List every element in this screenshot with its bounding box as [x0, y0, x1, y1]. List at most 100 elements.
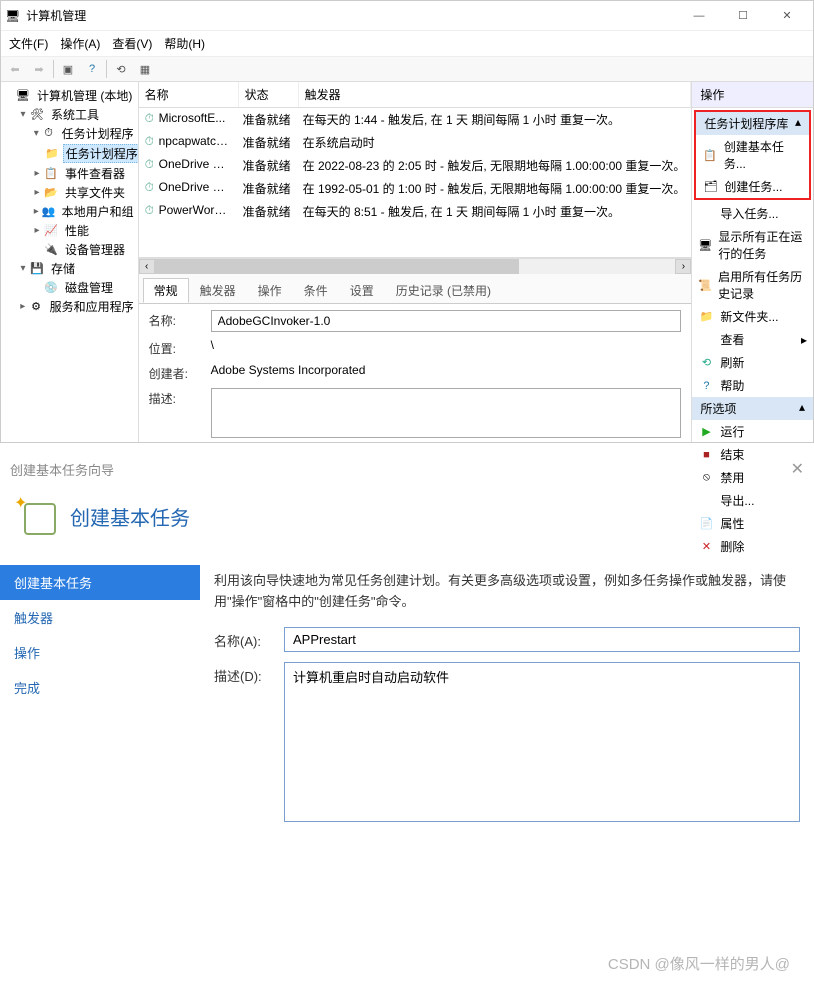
- task-row[interactable]: ⏱OneDrive St...准备就绪在 1992-05-01 的 1:00 时…: [139, 177, 692, 200]
- action-run[interactable]: ▶运行: [692, 420, 813, 443]
- scroll-left-button[interactable]: ‹: [139, 259, 155, 274]
- action-delete[interactable]: ✕删除: [692, 535, 813, 558]
- actions-header: 操作: [692, 82, 813, 108]
- actions-section-library: 任务计划程序库▴: [696, 112, 809, 135]
- task-icon: 🗂: [702, 180, 718, 193]
- tree-device-manager[interactable]: 🔌设备管理器: [3, 240, 136, 259]
- tab-triggers[interactable]: 触发器: [189, 278, 247, 303]
- tree-storage[interactable]: ▾💾存储: [3, 259, 136, 278]
- label-description: 描述:: [149, 388, 203, 438]
- chevron-right-icon: ▸: [801, 333, 807, 347]
- properties-icon: 📄: [698, 517, 714, 530]
- tab-conditions[interactable]: 条件: [293, 278, 339, 303]
- col-state[interactable]: 状态: [239, 82, 299, 107]
- scroll-right-button[interactable]: ›: [675, 259, 691, 274]
- tree-local-users[interactable]: ▸👥本地用户和组: [3, 202, 136, 221]
- action-show-running[interactable]: 🖥显示所有正在运行的任务: [692, 225, 813, 265]
- wizard-nav: 创建基本任务 触发器 操作 完成: [0, 561, 200, 981]
- task-row[interactable]: ⏱MicrosoftE...准备就绪在每天的 1:44 - 触发后, 在 1 天…: [139, 108, 692, 131]
- action-help[interactable]: ?帮助: [692, 374, 813, 397]
- wizard-step-trigger[interactable]: 触发器: [0, 600, 200, 635]
- tree-root[interactable]: 🖥计算机管理 (本地): [3, 86, 136, 105]
- wizard-intro-text: 利用该向导快速地为常见任务创建计划。有关更多高级选项或设置，例如多任务操作或触发…: [214, 571, 800, 613]
- detail-description-field[interactable]: [211, 388, 682, 438]
- wizard-step-finish[interactable]: 完成: [0, 670, 200, 705]
- detail-location-value: \: [211, 338, 682, 357]
- back-button[interactable]: ⬅: [5, 59, 25, 79]
- help-icon[interactable]: ?: [82, 59, 102, 79]
- titlebar: 🖥 计算机管理 — ☐ ✕: [1, 1, 813, 31]
- wizard-title: 创建基本任务向导: [10, 460, 114, 479]
- action-new-folder[interactable]: 📁新文件夹...: [692, 305, 813, 328]
- task-row[interactable]: ⏱OneDrive R...准备就绪在 2022-08-23 的 2:05 时 …: [139, 154, 692, 177]
- refresh-button[interactable]: ⟲: [111, 59, 131, 79]
- folder-icon: 📁: [698, 310, 714, 323]
- action-create-task[interactable]: 🗂创建任务...: [696, 175, 809, 198]
- action-create-basic-task[interactable]: 📋创建基本任务...: [696, 135, 809, 175]
- minimize-button[interactable]: —: [677, 2, 721, 30]
- tree-disk-management[interactable]: 💿磁盘管理: [3, 278, 136, 297]
- col-trigger[interactable]: 触发器: [299, 82, 692, 107]
- wizard-step-create[interactable]: 创建基本任务: [0, 565, 200, 600]
- tree-task-scheduler[interactable]: ▾⏱任务计划程序: [3, 124, 136, 143]
- horizontal-scrollbar[interactable]: ‹ ›: [139, 258, 692, 274]
- forward-button[interactable]: ➡: [29, 59, 49, 79]
- actions-section-selected: 所选项▴: [692, 397, 813, 420]
- wizard-main: 利用该向导快速地为常见任务创建计划。有关更多高级选项或设置，例如多任务操作或触发…: [200, 561, 814, 981]
- menubar: 文件(F) 操作(A) 查看(V) 帮助(H): [1, 31, 813, 57]
- label-author: 创建者:: [149, 363, 203, 382]
- tab-settings[interactable]: 设置: [339, 278, 385, 303]
- tree-task-scheduler-library[interactable]: 📁任务计划程序库: [3, 143, 136, 164]
- close-button[interactable]: ✕: [765, 2, 809, 30]
- actions-highlight-box: 任务计划程序库▴ 📋创建基本任务... 🗂创建任务...: [694, 110, 811, 200]
- wizard-desc-input[interactable]: 计算机重启时自动启动软件: [284, 662, 800, 822]
- tree-event-viewer[interactable]: ▸📋事件查看器: [3, 164, 136, 183]
- collapse-icon[interactable]: ▴: [795, 115, 801, 132]
- wizard-icon: ✦: [18, 497, 56, 535]
- navigation-tree[interactable]: ↘ 🖥计算机管理 (本地) ▾🛠系统工具 ▾⏱任务计划程序 📁任务计划程序库 ▸…: [1, 82, 139, 442]
- task-list-header: 名称 状态 触发器: [139, 82, 692, 108]
- refresh-icon: ⟲: [698, 356, 714, 369]
- task-details: 名称: 位置: \ 创建者: Adobe Systems Incorporate…: [139, 304, 692, 444]
- action-view[interactable]: 查看▸: [692, 328, 813, 351]
- action-properties[interactable]: 📄属性: [692, 512, 813, 535]
- show-hide-tree-button[interactable]: ▣: [58, 59, 78, 79]
- col-name[interactable]: 名称: [139, 82, 239, 107]
- tab-general[interactable]: 常规: [143, 278, 189, 303]
- wizard-desc-label: 描述(D):: [214, 662, 274, 685]
- task-list[interactable]: ⏱MicrosoftE...准备就绪在每天的 1:44 - 触发后, 在 1 天…: [139, 108, 692, 258]
- wizard-close-button[interactable]: ✕: [791, 459, 804, 479]
- toolbar: ⬅ ➡ ▣ ? ⟲ ▦: [1, 57, 813, 82]
- menu-file[interactable]: 文件(F): [9, 35, 48, 52]
- action-enable-history[interactable]: 📜启用所有任务历史记录: [692, 265, 813, 305]
- tree-performance[interactable]: ▸📈性能: [3, 221, 136, 240]
- action-import-task[interactable]: 导入任务...: [692, 202, 813, 225]
- task-row[interactable]: ⏱PowerWord...准备就绪在每天的 8:51 - 触发后, 在 1 天 …: [139, 200, 692, 223]
- scroll-thumb[interactable]: [155, 259, 520, 274]
- export-button[interactable]: ▦: [135, 59, 155, 79]
- task-icon: ⏱: [139, 109, 153, 130]
- menu-help[interactable]: 帮助(H): [164, 35, 205, 52]
- wizard-step-action[interactable]: 操作: [0, 635, 200, 670]
- task-icon: ⏱: [139, 178, 153, 199]
- help-icon: ?: [698, 380, 714, 392]
- menu-view[interactable]: 查看(V): [112, 35, 152, 52]
- tree-services-apps[interactable]: ▸⚙服务和应用程序: [3, 297, 136, 316]
- wizard-heading: 创建基本任务: [70, 502, 190, 531]
- wizard-name-input[interactable]: [284, 627, 800, 652]
- task-list-panel: 名称 状态 触发器 ⏱MicrosoftE...准备就绪在每天的 1:44 - …: [139, 82, 693, 442]
- task-row[interactable]: ⏱npcapwatch...准备就绪在系统启动时: [139, 131, 692, 154]
- detail-name-field[interactable]: [211, 310, 682, 332]
- menu-action[interactable]: 操作(A): [60, 35, 100, 52]
- tab-actions[interactable]: 操作: [247, 278, 293, 303]
- tree-system-tools[interactable]: ▾🛠系统工具: [3, 105, 136, 124]
- action-refresh[interactable]: ⟲刷新: [692, 351, 813, 374]
- tab-history[interactable]: 历史记录 (已禁用): [385, 278, 502, 303]
- display-icon: 🖥: [698, 239, 712, 252]
- action-export[interactable]: 导出...: [692, 489, 813, 512]
- collapse-icon[interactable]: ▴: [799, 400, 805, 417]
- maximize-button[interactable]: ☐: [721, 2, 765, 30]
- tree-shared-folders[interactable]: ▸📂共享文件夹: [3, 183, 136, 202]
- delete-icon: ✕: [698, 540, 714, 553]
- window-title: 计算机管理: [26, 7, 86, 24]
